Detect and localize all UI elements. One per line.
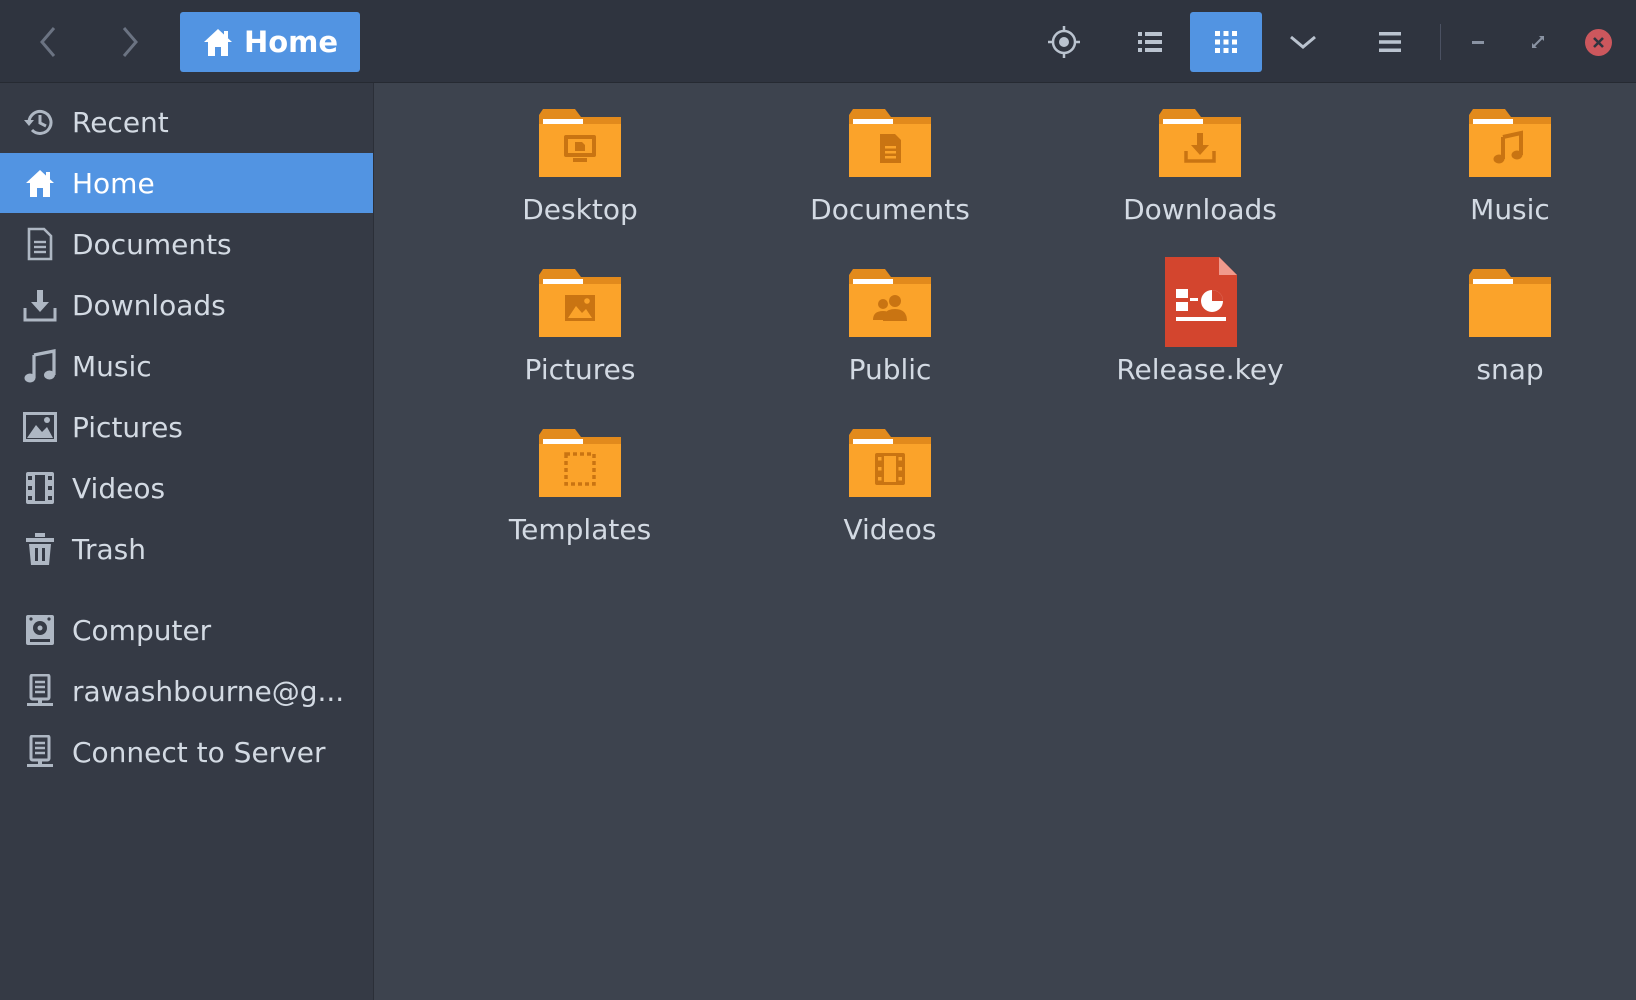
locate-button[interactable] xyxy=(1038,14,1090,70)
file-name: Documents xyxy=(810,193,970,226)
file-name: Downloads xyxy=(1123,193,1277,226)
file-item-music[interactable]: Music xyxy=(1385,83,1635,233)
file-name: Music xyxy=(1470,193,1550,226)
maximize-icon xyxy=(1532,36,1544,48)
home-icon xyxy=(203,29,232,56)
file-item-pictures[interactable]: Pictures xyxy=(455,243,705,393)
network-drive-icon xyxy=(20,671,60,711)
downloads-folder-icon xyxy=(1159,109,1241,177)
sidebar-item-documents[interactable]: Documents xyxy=(0,214,373,274)
sidebar-item-pictures[interactable]: Pictures xyxy=(0,397,373,457)
maximize-button[interactable] xyxy=(1516,14,1560,70)
public-folder-icon xyxy=(849,269,931,337)
close-icon xyxy=(1584,28,1612,56)
sidebar-item-connect-to-server[interactable]: Connect to Server xyxy=(0,722,373,782)
sidebar-item-trash[interactable]: Trash xyxy=(0,519,373,579)
file-item-desktop[interactable]: Desktop xyxy=(455,83,705,233)
sidebar-item-home[interactable]: Home xyxy=(0,153,373,213)
file-item-public[interactable]: Public xyxy=(765,243,1015,393)
list-view-button[interactable] xyxy=(1124,14,1176,70)
breadcrumb-home-button[interactable]: Home xyxy=(180,12,360,72)
header-separator xyxy=(1440,24,1441,60)
sidebar-item-label: Documents xyxy=(72,227,232,261)
sidebar-item-label: Recent xyxy=(72,105,169,139)
file-name: Videos xyxy=(843,513,937,546)
home-icon xyxy=(20,163,60,203)
sidebar-item-label: Music xyxy=(72,349,152,383)
chevron-left-icon xyxy=(40,27,56,57)
server-icon xyxy=(20,732,60,772)
sidebar-item-computer[interactable]: Computer xyxy=(0,600,373,660)
minimize-icon xyxy=(1472,41,1484,44)
file-name: Desktop xyxy=(522,193,638,226)
file-item-downloads[interactable]: Downloads xyxy=(1075,83,1325,233)
videos-folder-icon xyxy=(849,429,931,497)
forward-button[interactable] xyxy=(108,18,152,66)
sidebar-item-videos[interactable]: Videos xyxy=(0,458,373,518)
file-name: Public xyxy=(848,353,932,386)
music-folder-icon xyxy=(1469,109,1551,177)
sidebar-item-network-drive[interactable]: rawashbourne@g... xyxy=(0,661,373,721)
sidebar-item-label: Computer xyxy=(72,613,212,647)
sidebar-item-downloads[interactable]: Downloads xyxy=(0,275,373,335)
close-button[interactable] xyxy=(1578,14,1618,70)
pictures-icon xyxy=(20,407,60,447)
list-view-icon xyxy=(1138,32,1162,52)
music-icon xyxy=(20,346,60,386)
chevron-right-icon xyxy=(122,27,138,57)
sidebar-item-label: Pictures xyxy=(72,410,183,444)
sidebar-item-label: Downloads xyxy=(72,288,226,322)
file-view: Desktop Documents Downloads Music Pictur… xyxy=(375,83,1636,1000)
file-name: Pictures xyxy=(524,353,636,386)
hamburger-icon xyxy=(1379,32,1401,52)
sidebar-item-label: Videos xyxy=(72,471,166,505)
file-name: Release.key xyxy=(1116,353,1284,386)
sidebar-item-recent[interactable]: Recent xyxy=(0,92,373,152)
videos-icon xyxy=(20,468,60,508)
crosshair-icon xyxy=(1048,26,1080,58)
back-button[interactable] xyxy=(26,18,70,66)
breadcrumb-label: Home xyxy=(243,25,339,59)
folder-icon xyxy=(1469,269,1551,337)
sidebar-item-label: Connect to Server xyxy=(72,735,326,769)
pictures-folder-icon xyxy=(539,269,621,337)
minimize-button[interactable] xyxy=(1456,14,1500,70)
file-name: Templates xyxy=(508,513,652,546)
downloads-icon xyxy=(20,285,60,325)
sidebar-item-label: Trash xyxy=(72,532,146,566)
view-options-button[interactable] xyxy=(1276,14,1330,70)
sidebar-item-music[interactable]: Music xyxy=(0,336,373,396)
chevron-down-icon xyxy=(1290,35,1316,49)
places-sidebar: Recent Home Documents Downloads Music Pi… xyxy=(0,83,374,1000)
desktop-folder-icon xyxy=(539,109,621,177)
hamburger-menu-button[interactable] xyxy=(1364,14,1416,70)
file-item-videos[interactable]: Videos xyxy=(765,403,1015,553)
file-item-documents[interactable]: Documents xyxy=(765,83,1015,233)
computer-icon xyxy=(20,610,60,650)
recent-icon xyxy=(20,102,60,142)
sidebar-item-label: rawashbourne@g... xyxy=(72,674,345,708)
templates-folder-icon xyxy=(539,429,621,497)
documents-icon xyxy=(20,224,60,264)
grid-view-button[interactable] xyxy=(1190,12,1262,72)
grid-view-icon xyxy=(1215,31,1237,53)
file-name: snap xyxy=(1476,353,1544,386)
file-item-release-key[interactable]: Release.key xyxy=(1075,243,1325,393)
trash-icon xyxy=(20,529,60,569)
header-bar: Home xyxy=(0,0,1636,83)
documents-folder-icon xyxy=(849,109,931,177)
file-item-templates[interactable]: Templates xyxy=(455,403,705,553)
file-item-snap[interactable]: snap xyxy=(1385,243,1635,393)
presentation-file-icon xyxy=(1165,257,1237,347)
sidebar-item-label: Home xyxy=(72,166,155,200)
